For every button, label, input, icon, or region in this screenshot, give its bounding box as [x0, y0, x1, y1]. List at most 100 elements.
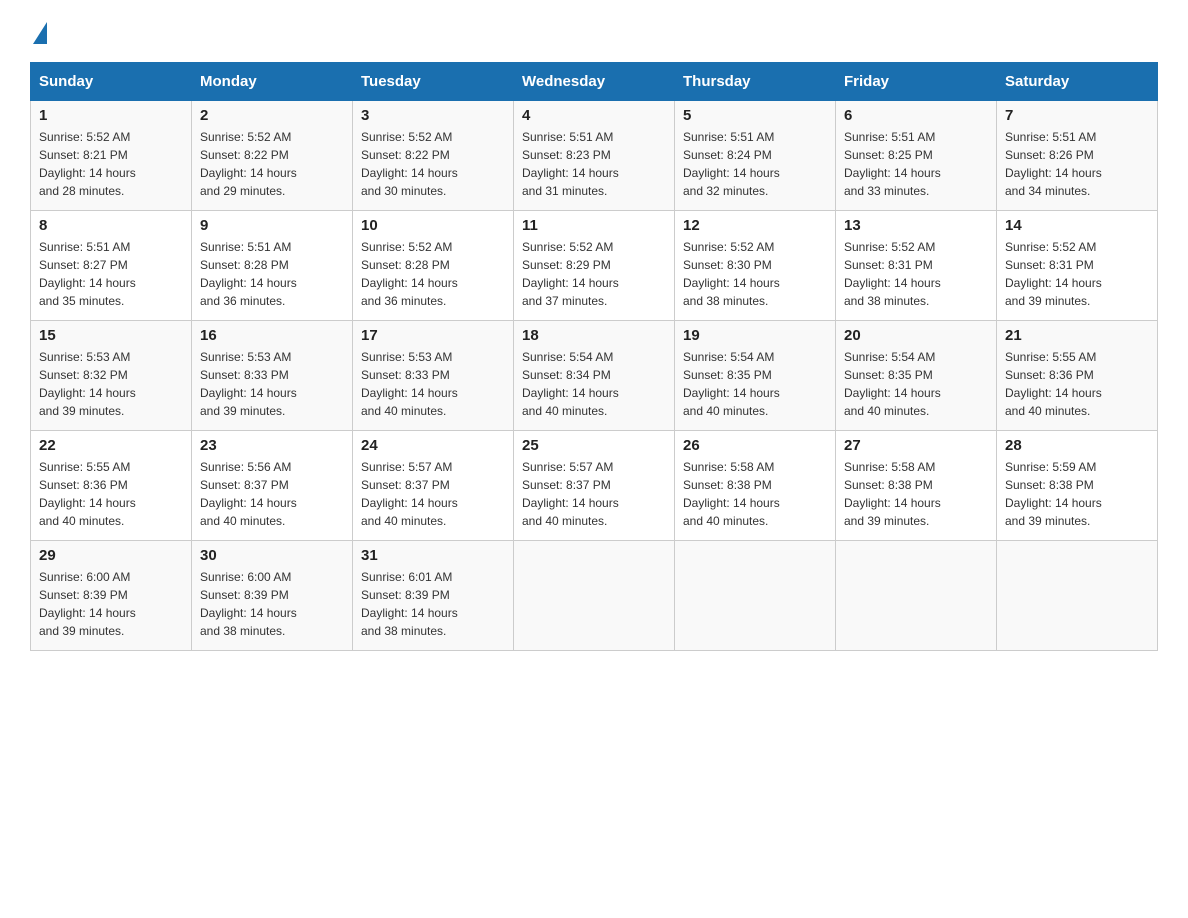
- day-number: 26: [683, 437, 827, 454]
- header-day-thursday: Thursday: [675, 63, 836, 101]
- calendar-cell: 23 Sunrise: 5:56 AMSunset: 8:37 PMDaylig…: [192, 431, 353, 541]
- logo: [30, 20, 47, 42]
- day-number: 6: [844, 107, 988, 124]
- day-info: Sunrise: 5:54 AMSunset: 8:34 PMDaylight:…: [522, 348, 666, 420]
- day-info: Sunrise: 5:52 AMSunset: 8:21 PMDaylight:…: [39, 128, 183, 200]
- day-info: Sunrise: 6:00 AMSunset: 8:39 PMDaylight:…: [200, 568, 344, 640]
- calendar-cell: 2 Sunrise: 5:52 AMSunset: 8:22 PMDayligh…: [192, 101, 353, 211]
- week-row-4: 22 Sunrise: 5:55 AMSunset: 8:36 PMDaylig…: [31, 431, 1158, 541]
- calendar-cell: 21 Sunrise: 5:55 AMSunset: 8:36 PMDaylig…: [997, 321, 1158, 431]
- week-row-3: 15 Sunrise: 5:53 AMSunset: 8:32 PMDaylig…: [31, 321, 1158, 431]
- day-info: Sunrise: 5:51 AMSunset: 8:24 PMDaylight:…: [683, 128, 827, 200]
- calendar-cell: 17 Sunrise: 5:53 AMSunset: 8:33 PMDaylig…: [353, 321, 514, 431]
- header-day-saturday: Saturday: [997, 63, 1158, 101]
- calendar-cell: 18 Sunrise: 5:54 AMSunset: 8:34 PMDaylig…: [514, 321, 675, 431]
- day-info: Sunrise: 5:52 AMSunset: 8:31 PMDaylight:…: [1005, 238, 1149, 310]
- week-row-5: 29 Sunrise: 6:00 AMSunset: 8:39 PMDaylig…: [31, 541, 1158, 651]
- day-number: 30: [200, 547, 344, 564]
- day-number: 31: [361, 547, 505, 564]
- calendar-cell: 3 Sunrise: 5:52 AMSunset: 8:22 PMDayligh…: [353, 101, 514, 211]
- day-number: 29: [39, 547, 183, 564]
- calendar-cell: 20 Sunrise: 5:54 AMSunset: 8:35 PMDaylig…: [836, 321, 997, 431]
- header-day-friday: Friday: [836, 63, 997, 101]
- day-info: Sunrise: 5:58 AMSunset: 8:38 PMDaylight:…: [844, 458, 988, 530]
- calendar-cell: 1 Sunrise: 5:52 AMSunset: 8:21 PMDayligh…: [31, 101, 192, 211]
- day-info: Sunrise: 5:51 AMSunset: 8:23 PMDaylight:…: [522, 128, 666, 200]
- logo-top: [30, 20, 47, 44]
- day-info: Sunrise: 5:52 AMSunset: 8:30 PMDaylight:…: [683, 238, 827, 310]
- day-info: Sunrise: 5:51 AMSunset: 8:28 PMDaylight:…: [200, 238, 344, 310]
- day-number: 14: [1005, 217, 1149, 234]
- calendar-cell: 11 Sunrise: 5:52 AMSunset: 8:29 PMDaylig…: [514, 211, 675, 321]
- day-number: 25: [522, 437, 666, 454]
- calendar-body: 1 Sunrise: 5:52 AMSunset: 8:21 PMDayligh…: [31, 101, 1158, 651]
- calendar-cell: 4 Sunrise: 5:51 AMSunset: 8:23 PMDayligh…: [514, 101, 675, 211]
- day-info: Sunrise: 5:51 AMSunset: 8:26 PMDaylight:…: [1005, 128, 1149, 200]
- calendar-cell: 22 Sunrise: 5:55 AMSunset: 8:36 PMDaylig…: [31, 431, 192, 541]
- day-info: Sunrise: 5:52 AMSunset: 8:31 PMDaylight:…: [844, 238, 988, 310]
- day-number: 9: [200, 217, 344, 234]
- day-number: 28: [1005, 437, 1149, 454]
- day-info: Sunrise: 5:54 AMSunset: 8:35 PMDaylight:…: [683, 348, 827, 420]
- logo-triangle-icon: [33, 22, 47, 44]
- calendar-cell: [997, 541, 1158, 651]
- day-number: 4: [522, 107, 666, 124]
- header-day-wednesday: Wednesday: [514, 63, 675, 101]
- day-info: Sunrise: 5:53 AMSunset: 8:33 PMDaylight:…: [361, 348, 505, 420]
- calendar-cell: 26 Sunrise: 5:58 AMSunset: 8:38 PMDaylig…: [675, 431, 836, 541]
- calendar-cell: 25 Sunrise: 5:57 AMSunset: 8:37 PMDaylig…: [514, 431, 675, 541]
- calendar-cell: 13 Sunrise: 5:52 AMSunset: 8:31 PMDaylig…: [836, 211, 997, 321]
- calendar-cell: 8 Sunrise: 5:51 AMSunset: 8:27 PMDayligh…: [31, 211, 192, 321]
- header-day-tuesday: Tuesday: [353, 63, 514, 101]
- day-info: Sunrise: 6:01 AMSunset: 8:39 PMDaylight:…: [361, 568, 505, 640]
- header-day-monday: Monday: [192, 63, 353, 101]
- week-row-1: 1 Sunrise: 5:52 AMSunset: 8:21 PMDayligh…: [31, 101, 1158, 211]
- calendar-cell: 9 Sunrise: 5:51 AMSunset: 8:28 PMDayligh…: [192, 211, 353, 321]
- calendar-cell: [836, 541, 997, 651]
- calendar-cell: 10 Sunrise: 5:52 AMSunset: 8:28 PMDaylig…: [353, 211, 514, 321]
- day-number: 3: [361, 107, 505, 124]
- day-info: Sunrise: 5:55 AMSunset: 8:36 PMDaylight:…: [1005, 348, 1149, 420]
- calendar-cell: 6 Sunrise: 5:51 AMSunset: 8:25 PMDayligh…: [836, 101, 997, 211]
- day-info: Sunrise: 5:51 AMSunset: 8:25 PMDaylight:…: [844, 128, 988, 200]
- day-number: 12: [683, 217, 827, 234]
- day-info: Sunrise: 5:53 AMSunset: 8:32 PMDaylight:…: [39, 348, 183, 420]
- day-info: Sunrise: 5:52 AMSunset: 8:28 PMDaylight:…: [361, 238, 505, 310]
- day-info: Sunrise: 5:59 AMSunset: 8:38 PMDaylight:…: [1005, 458, 1149, 530]
- calendar-cell: [675, 541, 836, 651]
- calendar-cell: 12 Sunrise: 5:52 AMSunset: 8:30 PMDaylig…: [675, 211, 836, 321]
- day-info: Sunrise: 5:57 AMSunset: 8:37 PMDaylight:…: [361, 458, 505, 530]
- day-info: Sunrise: 5:52 AMSunset: 8:29 PMDaylight:…: [522, 238, 666, 310]
- calendar-table: SundayMondayTuesdayWednesdayThursdayFrid…: [30, 62, 1158, 651]
- day-number: 15: [39, 327, 183, 344]
- day-info: Sunrise: 6:00 AMSunset: 8:39 PMDaylight:…: [39, 568, 183, 640]
- day-info: Sunrise: 5:56 AMSunset: 8:37 PMDaylight:…: [200, 458, 344, 530]
- calendar-cell: [514, 541, 675, 651]
- day-number: 19: [683, 327, 827, 344]
- day-info: Sunrise: 5:55 AMSunset: 8:36 PMDaylight:…: [39, 458, 183, 530]
- day-number: 1: [39, 107, 183, 124]
- day-number: 18: [522, 327, 666, 344]
- day-number: 27: [844, 437, 988, 454]
- day-number: 13: [844, 217, 988, 234]
- day-number: 21: [1005, 327, 1149, 344]
- day-number: 16: [200, 327, 344, 344]
- calendar-cell: 30 Sunrise: 6:00 AMSunset: 8:39 PMDaylig…: [192, 541, 353, 651]
- day-number: 2: [200, 107, 344, 124]
- day-info: Sunrise: 5:57 AMSunset: 8:37 PMDaylight:…: [522, 458, 666, 530]
- day-info: Sunrise: 5:58 AMSunset: 8:38 PMDaylight:…: [683, 458, 827, 530]
- calendar-cell: 16 Sunrise: 5:53 AMSunset: 8:33 PMDaylig…: [192, 321, 353, 431]
- calendar-cell: 28 Sunrise: 5:59 AMSunset: 8:38 PMDaylig…: [997, 431, 1158, 541]
- day-number: 20: [844, 327, 988, 344]
- day-number: 17: [361, 327, 505, 344]
- calendar-cell: 7 Sunrise: 5:51 AMSunset: 8:26 PMDayligh…: [997, 101, 1158, 211]
- week-row-2: 8 Sunrise: 5:51 AMSunset: 8:27 PMDayligh…: [31, 211, 1158, 321]
- calendar-cell: 14 Sunrise: 5:52 AMSunset: 8:31 PMDaylig…: [997, 211, 1158, 321]
- calendar-cell: 19 Sunrise: 5:54 AMSunset: 8:35 PMDaylig…: [675, 321, 836, 431]
- header-row: SundayMondayTuesdayWednesdayThursdayFrid…: [31, 63, 1158, 101]
- calendar-cell: 31 Sunrise: 6:01 AMSunset: 8:39 PMDaylig…: [353, 541, 514, 651]
- calendar-cell: 5 Sunrise: 5:51 AMSunset: 8:24 PMDayligh…: [675, 101, 836, 211]
- header-day-sunday: Sunday: [31, 63, 192, 101]
- day-info: Sunrise: 5:54 AMSunset: 8:35 PMDaylight:…: [844, 348, 988, 420]
- day-number: 22: [39, 437, 183, 454]
